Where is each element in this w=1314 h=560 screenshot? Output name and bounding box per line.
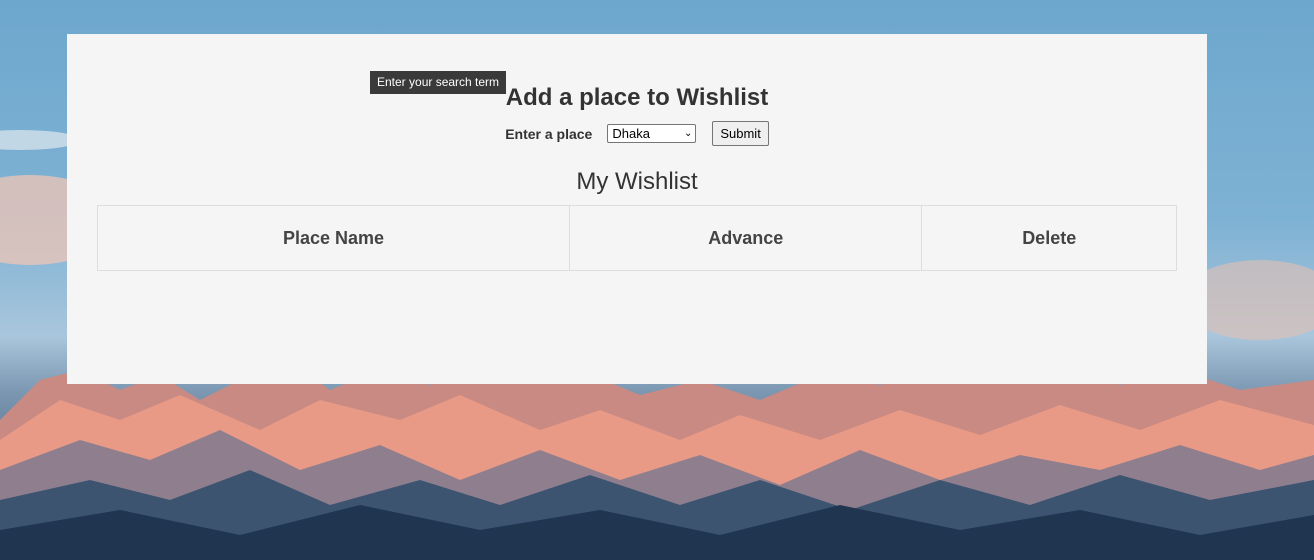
wishlist-title: My Wishlist — [576, 168, 698, 195]
search-tooltip: Enter your search term — [370, 71, 507, 94]
place-select-value: Dhaka — [612, 126, 650, 141]
place-select[interactable]: Dhaka ⌄ — [607, 124, 697, 143]
wishlist-panel: Add a place to Wishlist Enter a place Dh… — [67, 34, 1207, 384]
wishlist-table: Place Name Advance Delete — [96, 205, 1177, 271]
add-place-form: Enter a place Dhaka ⌄ Submit — [67, 121, 1207, 146]
column-header-place-name: Place Name — [96, 205, 571, 271]
column-header-advance: Advance — [569, 205, 923, 271]
column-header-delete: Delete — [921, 205, 1177, 271]
table-header-row: Place Name Advance Delete — [96, 205, 1177, 271]
chevron-down-icon: ⌄ — [683, 127, 693, 139]
place-label: Enter a place — [505, 125, 593, 142]
add-place-title: Add a place to Wishlist — [505, 84, 769, 111]
submit-button[interactable]: Submit — [712, 121, 769, 146]
